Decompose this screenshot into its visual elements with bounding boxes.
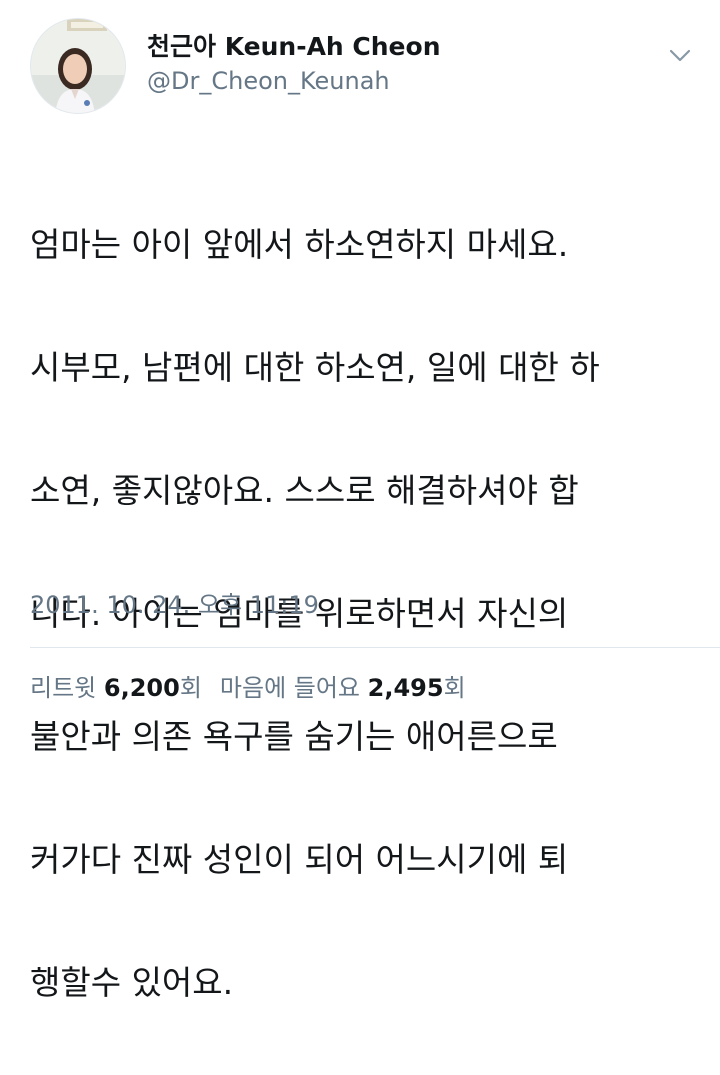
- likes-count: 2,495: [367, 674, 444, 702]
- display-name[interactable]: 천근아 Keun-Ah Cheon: [147, 30, 441, 64]
- like-stat[interactable]: 마음에 들어요 2,495회: [220, 674, 466, 702]
- tweet-text-line: 커가다 진짜 성인이 되어 어느시기에 퇴: [30, 839, 569, 879]
- avatar[interactable]: [30, 18, 126, 114]
- retweets-label: 리트윗: [30, 674, 97, 702]
- tweet-text-line: 엄마는 아이 앞에서 하소연하지 마세요.: [30, 224, 569, 264]
- author-info: 천근아 Keun-Ah Cheon @Dr_Cheon_Keunah: [147, 30, 441, 98]
- avatar-photo: [31, 19, 125, 113]
- user-handle[interactable]: @Dr_Cheon_Keunah: [147, 64, 441, 98]
- tweet-card: 천근아 Keun-Ah Cheon @Dr_Cheon_Keunah 엄마는 아…: [0, 0, 720, 1002]
- retweets-unit: 회: [179, 674, 202, 702]
- tweet-text-line: 소연, 좋지않아요. 스스로 해결하셔야 합: [30, 470, 579, 510]
- retweets-count: 6,200: [103, 674, 180, 702]
- tweet-text-line: 행할수 있어요.: [30, 962, 234, 1002]
- tweet-stats: 리트윗 6,200회 마음에 들어요 2,495회: [30, 671, 466, 705]
- likes-unit: 회: [443, 674, 466, 702]
- tweet-timestamp[interactable]: 2011. 10. 24. 오후 11:19: [30, 588, 319, 622]
- chevron-down-icon[interactable]: [665, 40, 695, 70]
- divider: [30, 647, 720, 648]
- tweet-text-line: 불안과 의존 욕구를 숨기는 애어른으로: [30, 716, 558, 756]
- tweet-text-line: 시부모, 남편에 대한 하소연, 일에 대한 하: [30, 347, 600, 387]
- retweet-stat[interactable]: 리트윗 6,200회: [30, 674, 202, 702]
- likes-label: 마음에 들어요: [219, 674, 361, 702]
